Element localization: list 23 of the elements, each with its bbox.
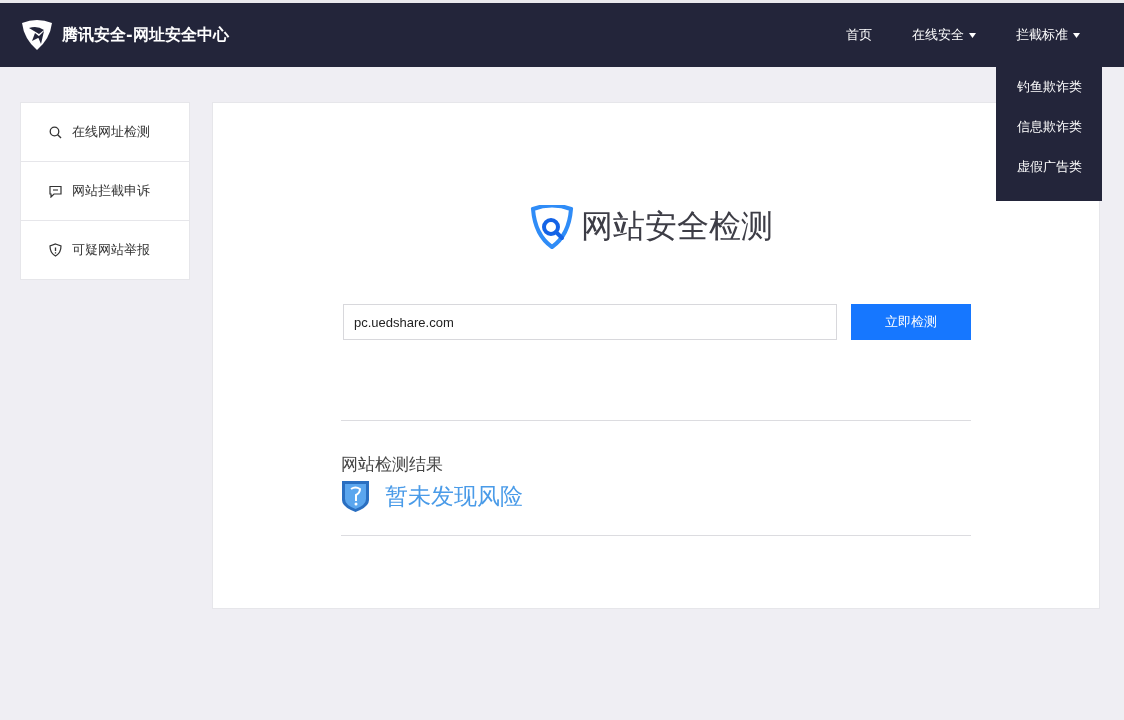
- shield-question-icon: [341, 480, 370, 513]
- nav-link[interactable]: 在线安全: [892, 26, 996, 44]
- result-status: 暂未发现风险: [385, 482, 523, 511]
- sidebar-item[interactable]: 在线网址检测: [21, 103, 189, 162]
- result-label: 网站检测结果: [341, 453, 444, 476]
- url-input[interactable]: pc.uedshare.com: [343, 304, 837, 340]
- sidebar-item[interactable]: 网站拦截申诉: [21, 162, 189, 221]
- search-icon: [49, 125, 62, 139]
- shield-search-icon: [529, 205, 575, 249]
- menu-item[interactable]: 钓鱼欺诈类: [996, 67, 1102, 107]
- page-title: 网站安全检测: [581, 206, 773, 247]
- menu-item[interactable]: 信息欺诈类: [996, 107, 1102, 147]
- nav-link[interactable]: 首页: [826, 26, 892, 44]
- menu-item[interactable]: 虚假广告类: [996, 147, 1102, 187]
- check-button[interactable]: 立即检测: [850, 304, 971, 340]
- chat-icon: [49, 184, 62, 198]
- sidebar-item[interactable]: 可疑网站举报: [21, 221, 189, 279]
- logo-icon: [20, 19, 54, 51]
- caret-icon: [1073, 32, 1080, 38]
- shield-icon: [49, 243, 62, 257]
- site-title: 腾讯安全-网址安全中心: [62, 24, 229, 46]
- caret-icon: [969, 32, 976, 38]
- nav-link[interactable]: 拦截标准: [996, 26, 1100, 44]
